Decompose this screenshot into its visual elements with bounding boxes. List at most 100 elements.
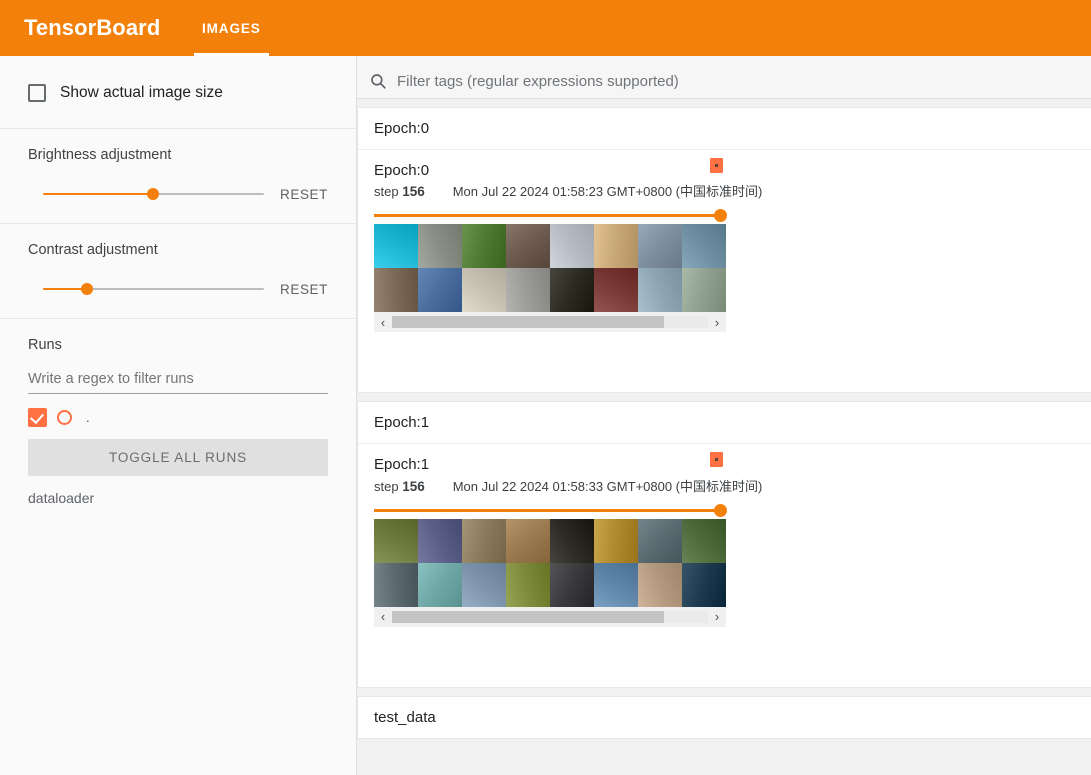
image-thumbnail-grid[interactable] bbox=[374, 224, 726, 313]
pin-icon[interactable] bbox=[710, 452, 723, 468]
image-thumbnail[interactable] bbox=[506, 518, 550, 563]
image-thumbnail[interactable] bbox=[682, 562, 726, 607]
image-section-card: Epoch:0 Epoch:0 step 156 Mon Jul 22 2024 01… bbox=[357, 107, 1091, 394]
step-slider[interactable] bbox=[374, 503, 727, 517]
app-body: Show actual image size Brightness adjust… bbox=[0, 56, 1091, 775]
pin-icon[interactable] bbox=[710, 158, 723, 173]
step-indicator: step 156 bbox=[374, 184, 425, 199]
brightness-slider-thumb[interactable] bbox=[147, 188, 160, 200]
section-header[interactable]: test_data bbox=[358, 697, 1091, 738]
chevron-right-icon[interactable]: › bbox=[708, 606, 726, 627]
scrollbar-thumb[interactable] bbox=[392, 610, 664, 623]
image-thumbnail[interactable] bbox=[462, 224, 506, 269]
image-thumbnail[interactable] bbox=[594, 268, 638, 313]
image-thumbnail[interactable] bbox=[462, 518, 506, 563]
image-section-card: test_data bbox=[357, 695, 1091, 739]
image-thumbnail[interactable] bbox=[374, 518, 418, 563]
image-thumbnail[interactable] bbox=[550, 518, 594, 563]
image-thumbnail[interactable] bbox=[550, 562, 594, 607]
runs-footer-label: dataloader bbox=[28, 490, 95, 506]
tab-images[interactable]: IMAGES bbox=[180, 0, 283, 56]
image-thumbnail[interactable] bbox=[682, 268, 726, 313]
tag-filter-input[interactable] bbox=[397, 72, 1091, 90]
chevron-right-icon[interactable]: › bbox=[708, 312, 726, 333]
contrast-slider-thumb[interactable] bbox=[81, 283, 94, 295]
image-card: Epoch:1 step 156 Mon Jul 22 2024 01:58:33 … bbox=[358, 444, 1091, 686]
image-thumbnail[interactable] bbox=[638, 562, 682, 607]
image-thumbnail[interactable] bbox=[418, 518, 462, 563]
image-section-card: Epoch:1 Epoch:1 step 156 Mon Jul 22 2024 01… bbox=[357, 401, 1091, 688]
checkbox-unchecked-icon[interactable] bbox=[28, 84, 46, 102]
image-thumbnail[interactable] bbox=[638, 518, 682, 563]
step-slider[interactable] bbox=[374, 208, 727, 223]
image-thumbnail[interactable] bbox=[462, 562, 506, 607]
contrast-title: Contrast adjustment bbox=[28, 242, 158, 258]
image-thumbnail[interactable] bbox=[594, 562, 638, 607]
step-slider-track bbox=[374, 214, 726, 218]
chevron-left-icon[interactable]: ‹ bbox=[374, 606, 392, 627]
scrollbar-track[interactable] bbox=[392, 610, 708, 623]
image-thumbnail[interactable] bbox=[462, 268, 506, 313]
checkbox-checked-icon[interactable] bbox=[28, 408, 47, 427]
section-header[interactable]: Epoch:1 bbox=[358, 402, 1091, 443]
contrast-slider[interactable] bbox=[43, 280, 264, 298]
image-thumbnail[interactable] bbox=[374, 224, 418, 269]
timestamp: Mon Jul 22 2024 01:58:23 GMT+0800 (中国标准时… bbox=[452, 184, 763, 200]
timestamp: Mon Jul 22 2024 01:58:33 GMT+0800 (中国标准时… bbox=[452, 478, 763, 494]
show-actual-image-size-label: Show actual image size bbox=[60, 84, 223, 101]
show-actual-image-size-row[interactable]: Show actual image size bbox=[28, 72, 328, 112]
step-slider-thumb[interactable] bbox=[714, 209, 727, 223]
image-thumbnail[interactable] bbox=[550, 224, 594, 269]
step-indicator: step 156 bbox=[374, 479, 425, 494]
image-thumbnail[interactable] bbox=[506, 562, 550, 607]
image-thumbnail[interactable] bbox=[550, 268, 594, 313]
chevron-left-icon[interactable]: ‹ bbox=[374, 312, 392, 333]
step-slider-track bbox=[374, 508, 726, 512]
step-label: step bbox=[374, 184, 403, 200]
image-thumbnail[interactable] bbox=[374, 268, 418, 313]
runs-title: Runs bbox=[28, 337, 62, 353]
search-icon bbox=[369, 72, 387, 90]
run-item-row[interactable]: . bbox=[28, 408, 328, 427]
step-label: step bbox=[374, 478, 403, 494]
image-thumbnail[interactable] bbox=[682, 224, 726, 269]
thumbnail-scrollbar[interactable]: ‹ › bbox=[374, 606, 726, 627]
card-spacer bbox=[374, 332, 1091, 378]
app-brand: TensorBoard bbox=[24, 15, 161, 40]
step-slider-thumb[interactable] bbox=[714, 503, 727, 517]
app-header: TensorBoard IMAGES bbox=[0, 0, 1091, 56]
image-thumbnail[interactable] bbox=[418, 562, 462, 607]
image-cards-container: Epoch:0 Epoch:0 step 156 Mon Jul 22 2024 01… bbox=[357, 99, 1091, 739]
contrast-control-row: RESET bbox=[28, 280, 328, 302]
run-color-swatch-icon bbox=[57, 410, 72, 425]
image-thumbnail-grid[interactable] bbox=[374, 518, 726, 607]
brightness-reset-button[interactable]: RESET bbox=[280, 187, 328, 202]
image-thumbnail[interactable] bbox=[594, 518, 638, 563]
brightness-slider[interactable] bbox=[43, 185, 264, 203]
section-header[interactable]: Epoch:0 bbox=[358, 108, 1091, 149]
tag-filter-bar bbox=[357, 56, 1091, 99]
contrast-reset-button[interactable]: RESET bbox=[280, 282, 328, 297]
image-thumbnail[interactable] bbox=[506, 268, 550, 313]
card-spacer bbox=[374, 627, 1091, 673]
scrollbar-thumb[interactable] bbox=[392, 316, 664, 329]
image-card-title: Epoch:0 bbox=[374, 162, 430, 179]
thumbnail-scrollbar[interactable]: ‹ › bbox=[374, 312, 726, 333]
image-thumbnail[interactable] bbox=[506, 224, 550, 269]
tab-images-label: IMAGES bbox=[202, 20, 261, 36]
toggle-all-runs-button[interactable]: TOGGLE ALL RUNS bbox=[28, 439, 328, 476]
image-thumbnail[interactable] bbox=[418, 224, 462, 269]
sidebar-section-brightness: Brightness adjustment RESET bbox=[0, 129, 356, 224]
image-thumbnail[interactable] bbox=[682, 518, 726, 563]
image-thumbnail[interactable] bbox=[594, 224, 638, 269]
sidebar: Show actual image size Brightness adjust… bbox=[0, 56, 357, 775]
image-card-title: Epoch:1 bbox=[374, 456, 430, 474]
scrollbar-track[interactable] bbox=[392, 316, 708, 329]
image-thumbnail[interactable] bbox=[374, 562, 418, 607]
run-item-label: . bbox=[86, 410, 90, 425]
image-thumbnail[interactable] bbox=[638, 224, 682, 269]
brightness-control-row: RESET bbox=[28, 185, 328, 207]
image-thumbnail[interactable] bbox=[638, 268, 682, 313]
runs-filter-input[interactable] bbox=[28, 369, 328, 394]
image-thumbnail[interactable] bbox=[418, 268, 462, 313]
